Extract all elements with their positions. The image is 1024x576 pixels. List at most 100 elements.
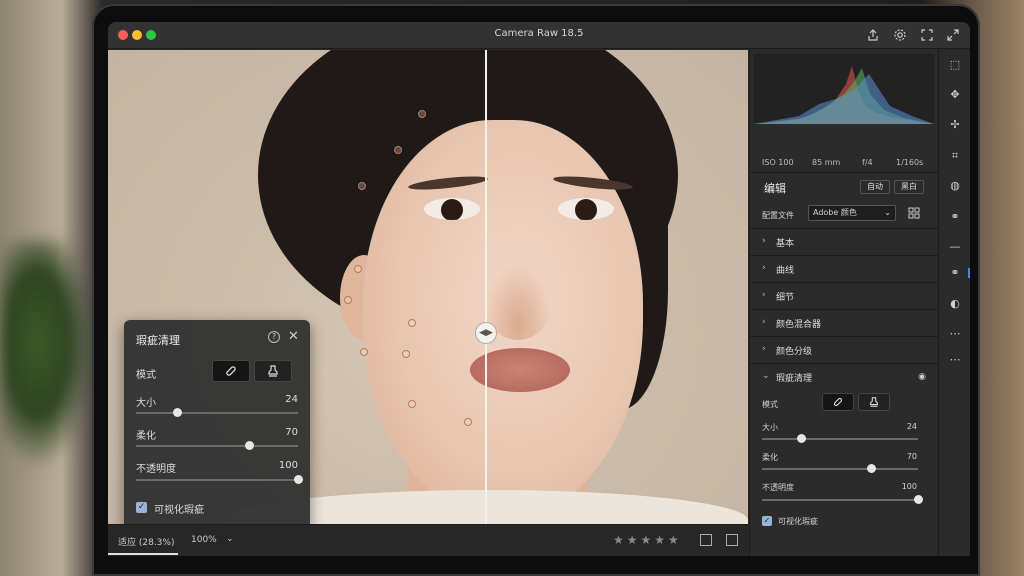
bandage-icon — [226, 366, 236, 376]
black-white-button[interactable]: 黑白 — [894, 180, 924, 194]
visualize-spots-checkbox[interactable]: ✓ — [762, 516, 772, 526]
title-bar: Camera Raw 18.5 — [108, 22, 970, 49]
visualize-spots-checkbox[interactable]: ✓ — [136, 502, 147, 513]
right-panel: ISO 100 85 mm f/4 1/160s 编辑 自动 黑白 配置文件 A… — [749, 50, 938, 556]
size-slider-knob[interactable] — [172, 408, 182, 417]
blemish-spot[interactable] — [358, 182, 366, 190]
close-icon[interactable]: ✕ — [288, 329, 299, 344]
feather-slider-knob[interactable] — [245, 441, 255, 450]
profile-label: 配置文件 — [762, 211, 794, 220]
bottom-toolbar: 适应 (28.3%) 100% ⌄ ★★★★★ — [108, 524, 748, 556]
opacity-value[interactable]: 100 — [279, 460, 298, 471]
feather-label: 柔化 — [762, 453, 778, 462]
section-label: 颜色混合器 — [776, 320, 822, 330]
profile-select[interactable]: Adobe 颜色 ⌄ — [808, 205, 896, 221]
edit-heading: 编辑 — [764, 182, 786, 195]
more-options-icon[interactable]: ⋯ — [948, 327, 962, 341]
crop-icon[interactable]: ⌗ — [948, 149, 962, 163]
size-label: 大小 — [136, 398, 156, 409]
edit-icon[interactable]: ⬚ — [948, 58, 962, 72]
profile-browser-icon[interactable] — [908, 207, 920, 219]
chevron-down-icon: ⌄ — [884, 208, 891, 217]
blemish-spot[interactable] — [360, 348, 368, 356]
heal-mode-button[interactable] — [822, 393, 854, 411]
section-color-grading[interactable]: › 颜色分级 — [750, 336, 938, 363]
iso-value: ISO 100 — [762, 158, 794, 167]
star-rating[interactable]: ★★★★★ — [613, 533, 682, 547]
before-after-view-icon[interactable] — [726, 534, 738, 546]
size-slider[interactable] — [762, 438, 918, 440]
share-icon[interactable] — [866, 28, 880, 42]
blemish-spot[interactable] — [344, 296, 352, 304]
blemish-spot[interactable] — [464, 418, 472, 426]
blemish-spot[interactable] — [394, 146, 402, 154]
blemish-spot[interactable] — [354, 265, 362, 273]
focal-length-value: 85 mm — [812, 158, 841, 167]
help-icon[interactable]: ? — [268, 331, 280, 343]
heal-mode-button[interactable] — [212, 360, 250, 382]
before-after-divider[interactable] — [485, 50, 487, 524]
masking-icon[interactable]: ◐ — [948, 297, 962, 311]
photo-canvas[interactable]: ◀▶ 瑕疵清理 ? ✕ 模式 大小 24 柔化 70 不透明度 100 ✓ 可视… — [108, 50, 748, 524]
compare-view-icon[interactable] — [700, 534, 712, 546]
divider-handle[interactable]: ◀▶ — [475, 322, 497, 344]
zoom-level-select[interactable]: 100% — [191, 535, 217, 545]
feather-value[interactable]: 70 — [285, 427, 298, 438]
section-label: 基本 — [776, 239, 795, 249]
blemish-spot[interactable] — [402, 350, 410, 358]
feather-slider[interactable] — [762, 468, 918, 470]
gear-icon[interactable] — [893, 28, 907, 42]
shutter-speed-value: 1/160s — [896, 158, 924, 167]
feather-value[interactable]: 70 — [907, 452, 917, 461]
feather-slider-knob[interactable] — [867, 464, 877, 473]
feather-label: 柔化 — [136, 431, 156, 442]
feather-slider[interactable] — [136, 445, 298, 447]
chevron-down-icon[interactable]: ⌄ — [226, 534, 234, 544]
opacity-slider[interactable] — [136, 479, 298, 481]
section-color-mixer[interactable]: › 颜色混合器 — [750, 309, 938, 336]
profile-value: Adobe 颜色 — [813, 208, 857, 217]
clone-mode-button[interactable] — [254, 360, 292, 382]
auto-button[interactable]: 自动 — [860, 180, 890, 194]
stamp-icon — [268, 365, 278, 377]
section-spot-removal[interactable]: ⌄ 瑕疵清理 ◉ — [750, 363, 938, 390]
chevron-right-icon: › — [762, 236, 766, 246]
visualize-spots-label: 可视化瑕疵 — [778, 517, 818, 526]
size-slider-knob[interactable] — [797, 434, 806, 443]
blemish-spot[interactable] — [418, 110, 426, 118]
mode-label: 模式 — [136, 370, 156, 381]
fullscreen-mode-icon[interactable] — [920, 28, 934, 42]
size-slider[interactable] — [136, 412, 298, 414]
opacity-value[interactable]: 100 — [902, 482, 917, 491]
section-detail[interactable]: › 细节 — [750, 282, 938, 309]
heal-icon[interactable]: ⚭ — [948, 210, 962, 224]
expand-icon[interactable] — [946, 28, 960, 42]
aperture-value: f/4 — [862, 158, 873, 167]
opacity-label: 不透明度 — [136, 464, 176, 475]
chevron-right-icon: › — [762, 317, 766, 327]
blemish-spot[interactable] — [408, 400, 416, 408]
opacity-slider-knob[interactable] — [914, 495, 923, 504]
spot-removal-floating-panel: 瑕疵清理 ? ✕ 模式 大小 24 柔化 70 不透明度 100 ✓ 可视化瑕疵 — [124, 320, 310, 524]
section-label: 曲线 — [776, 266, 795, 276]
section-label: 颜色分级 — [776, 347, 813, 357]
section-basic[interactable]: › 基本 — [750, 228, 938, 255]
stamp-icon — [870, 397, 878, 407]
eye-icon[interactable]: ◉ — [918, 372, 926, 382]
remove-icon[interactable]: ◍ — [948, 179, 962, 193]
window-title: Camera Raw 18.5 — [494, 28, 584, 39]
blemish-spot[interactable] — [408, 319, 416, 327]
clone-mode-button[interactable] — [858, 393, 890, 411]
more-options-icon[interactable]: ⋯ — [948, 353, 962, 367]
size-value[interactable]: 24 — [907, 422, 917, 431]
section-curve[interactable]: › 曲线 — [750, 255, 938, 282]
opacity-slider[interactable] — [762, 499, 918, 501]
app-window: Camera Raw 18.5 ◀▶ 瑕疵清理 ? ✕ 模式 大小 24 柔化 … — [108, 22, 970, 556]
size-label: 大小 — [762, 423, 778, 432]
size-value[interactable]: 24 — [285, 394, 298, 405]
spot-removal-icon[interactable]: ⚭ — [948, 266, 962, 280]
adjust-icon[interactable]: ✥ — [948, 88, 962, 102]
opacity-slider-knob[interactable] — [294, 475, 303, 484]
zoom-fit-button[interactable]: 适应 (28.3%) — [118, 535, 174, 548]
transform-icon[interactable]: ✢ — [948, 118, 962, 132]
